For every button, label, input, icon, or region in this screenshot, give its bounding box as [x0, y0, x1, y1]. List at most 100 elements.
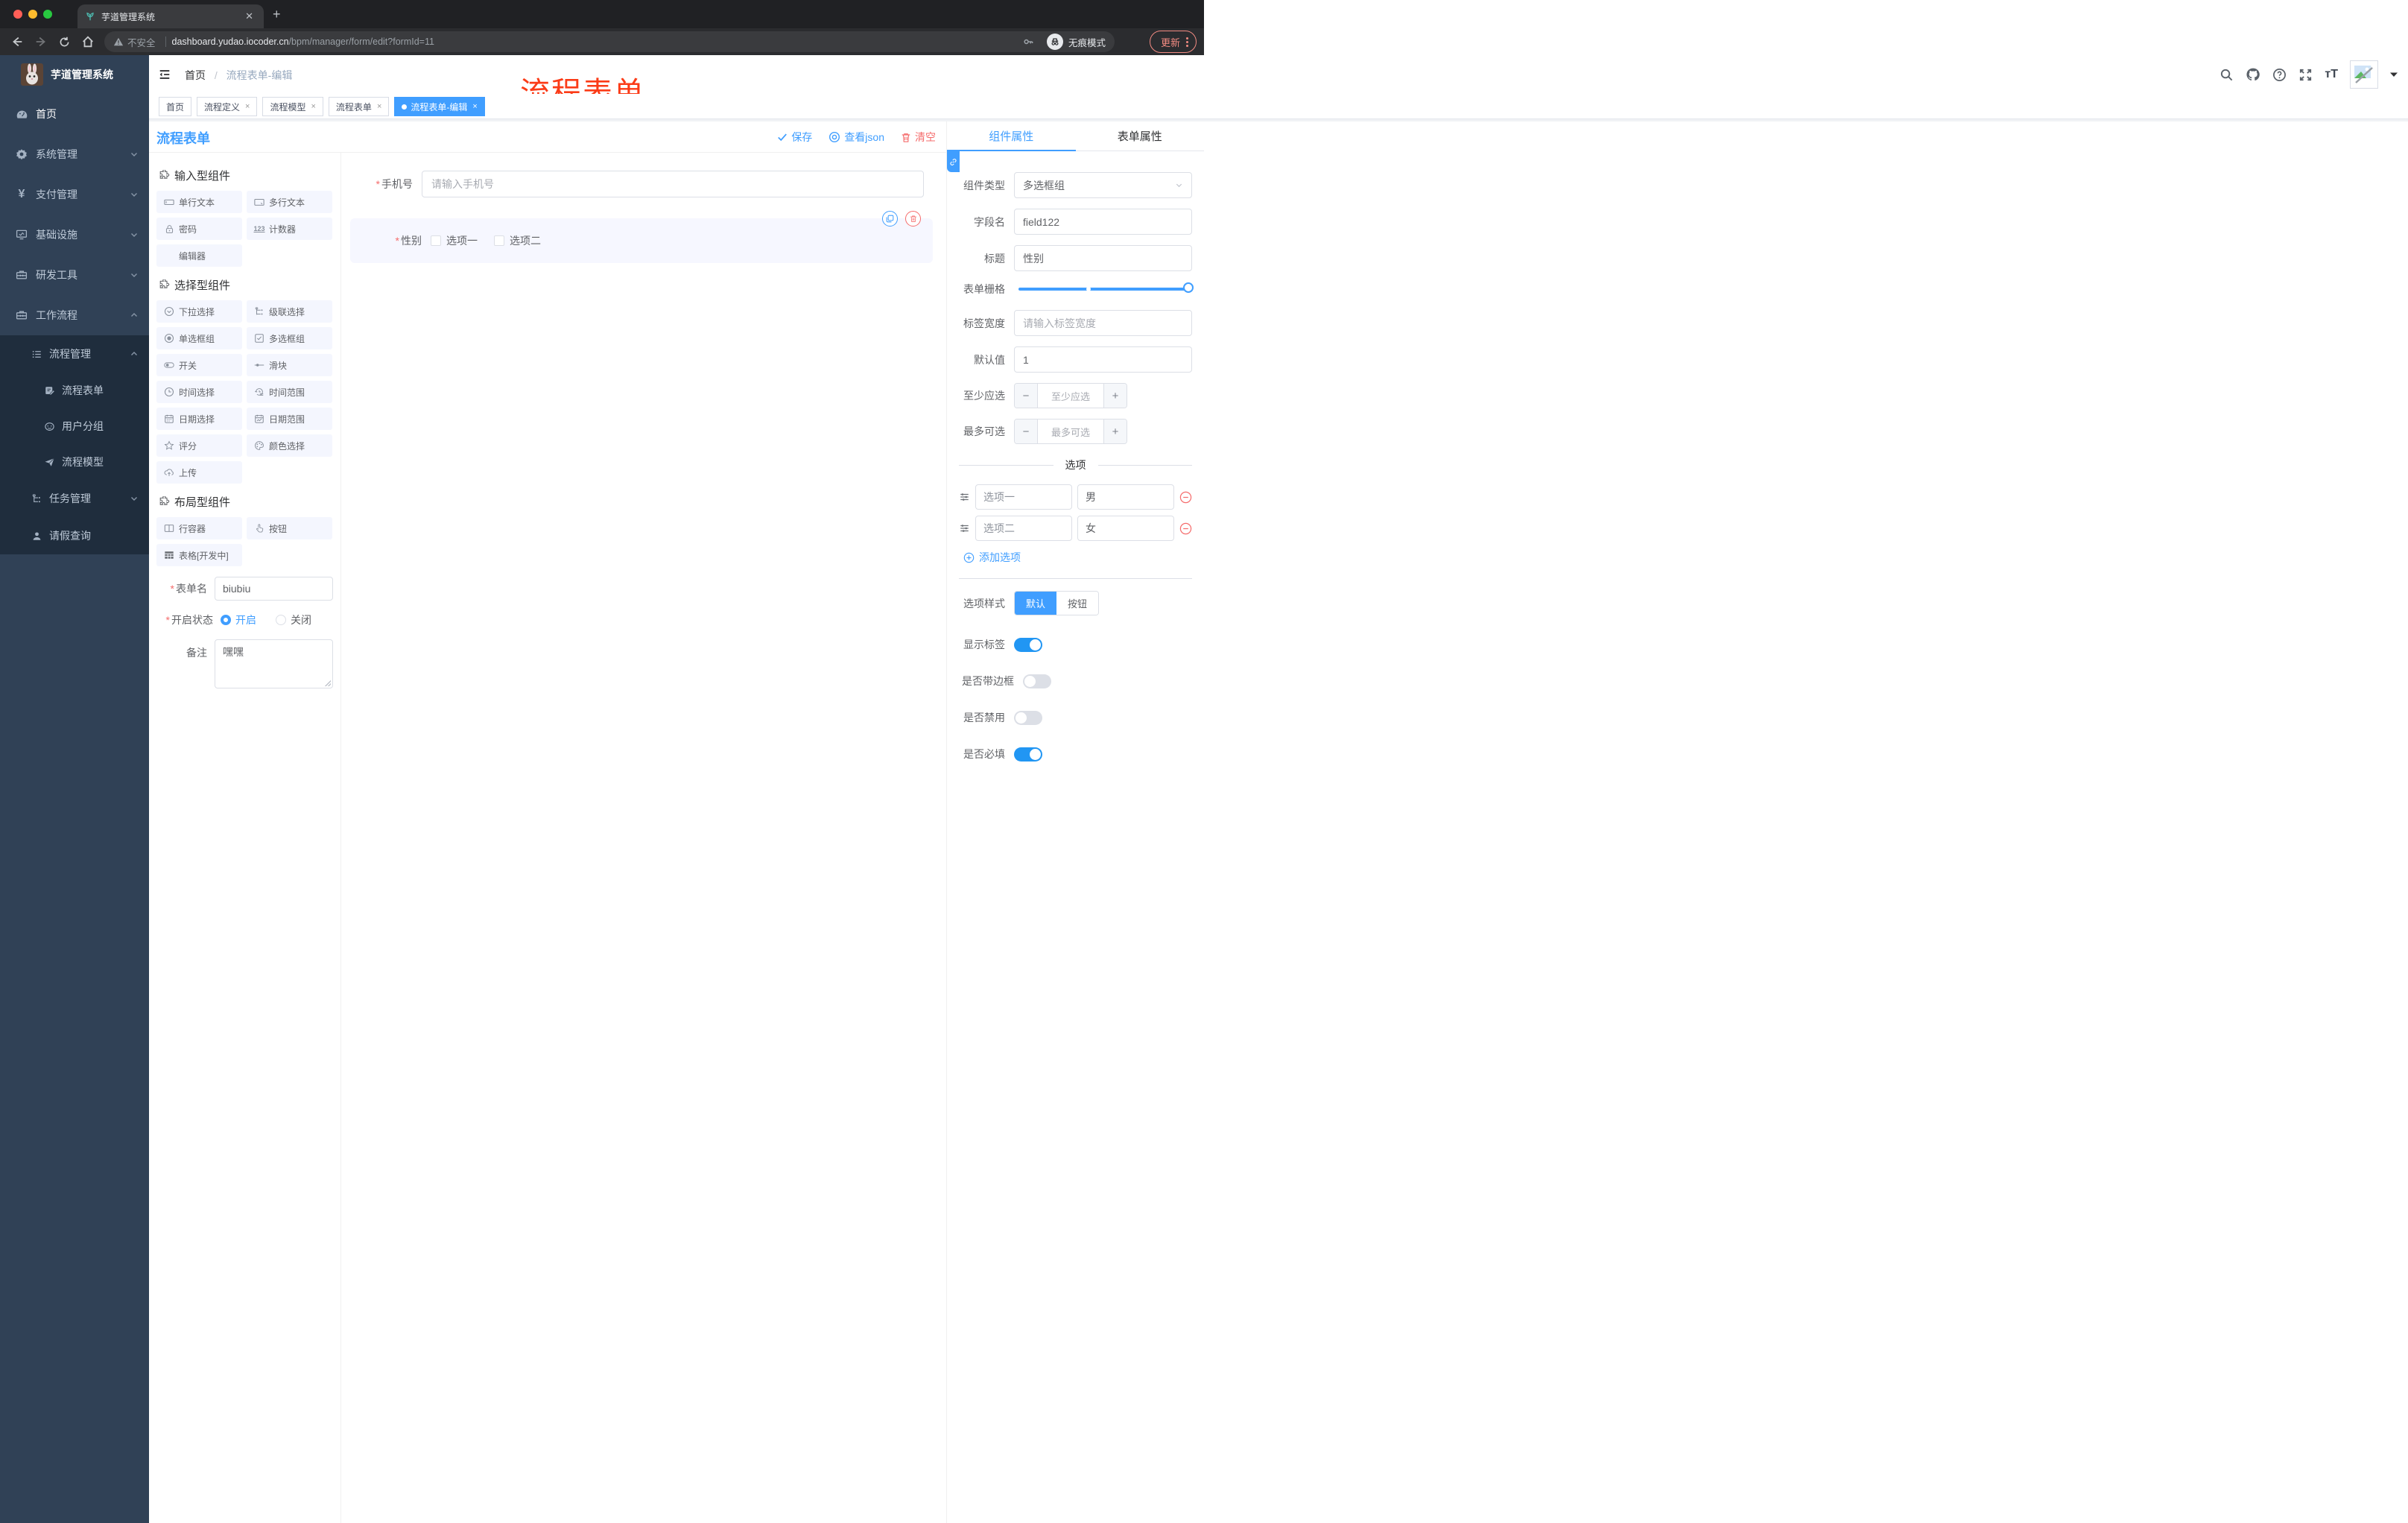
palette-item-time-picker[interactable]: 时间选择 — [156, 381, 242, 403]
clear-button[interactable]: 清空 — [901, 130, 936, 145]
sidebar-item-leave-query[interactable]: 请假查询 — [0, 517, 149, 554]
remove-option-button[interactable] — [1179, 491, 1192, 504]
sidebar-item-workflow[interactable]: 工作流程 — [0, 295, 149, 335]
decrease-button[interactable]: − — [1015, 419, 1038, 443]
status-open-radio[interactable]: 开启 — [221, 612, 256, 627]
default-value-input[interactable]: 1 — [1014, 346, 1192, 373]
palette-item-date-range[interactable]: 日期范围 — [247, 408, 332, 430]
status-closed-radio[interactable]: 关闭 — [276, 612, 311, 627]
palette-item-textarea[interactable]: 多行文本 — [247, 191, 332, 213]
style-default-button[interactable]: 默认 — [1015, 592, 1057, 615]
sidebar-item-user-group[interactable]: 用户分组 — [0, 408, 149, 444]
increase-button[interactable]: + — [1103, 419, 1127, 443]
palette-item-date-picker[interactable]: 日期选择 — [156, 408, 242, 430]
home-icon[interactable] — [81, 35, 95, 48]
checkbox[interactable] — [431, 235, 441, 246]
field-name-input[interactable]: field122 — [1014, 209, 1192, 235]
palette-item-single-text[interactable]: 单行文本 — [156, 191, 242, 213]
caret-down-icon[interactable] — [2390, 72, 2398, 77]
decrease-button[interactable]: − — [1015, 384, 1038, 408]
window-minimize-button[interactable] — [28, 10, 37, 19]
sidebar-item-task-management[interactable]: 任务管理 — [0, 480, 149, 517]
sidebar-item-payment[interactable]: ¥ 支付管理 — [0, 174, 149, 215]
palette-item-row-container[interactable]: 行容器 — [156, 517, 242, 539]
sidebar-item-system[interactable]: 系统管理 — [0, 134, 149, 174]
max-select-value[interactable]: 最多可选 — [1038, 419, 1103, 443]
label-width-input[interactable]: 请输入标签宽度 — [1014, 310, 1192, 336]
new-tab-button[interactable]: + — [273, 7, 281, 21]
browser-menu-icon[interactable] — [1186, 37, 1188, 47]
disabled-toggle[interactable] — [1014, 710, 1042, 725]
tag-process-model[interactable]: 流程模型 × — [262, 97, 323, 116]
resize-grip[interactable] — [325, 680, 331, 686]
canvas-field-gender-selected[interactable]: * 性别 选项一 选项二 — [350, 211, 933, 263]
tag-close-icon[interactable]: × — [472, 102, 477, 111]
breadcrumb-home[interactable]: 首页 — [185, 69, 206, 81]
option-label-input[interactable]: 选项二 — [975, 516, 1072, 541]
fullscreen-icon[interactable] — [2298, 68, 2313, 82]
palette-item-color-picker[interactable]: 颜色选择 — [247, 434, 332, 457]
min-select-value[interactable]: 至少应选 — [1038, 384, 1103, 408]
required-toggle[interactable] — [1014, 747, 1042, 762]
sidebar-item-infrastructure[interactable]: 基础设施 — [0, 215, 149, 255]
palette-item-slider[interactable]: 滑块 — [247, 354, 332, 376]
save-button[interactable]: 保存 — [777, 130, 812, 145]
sidebar-item-process-model[interactable]: 流程模型 — [0, 444, 149, 480]
palette-item-button[interactable]: 按钮 — [247, 517, 332, 539]
gender-option1-checkbox[interactable]: 选项一 — [431, 233, 478, 248]
window-close-button[interactable] — [13, 10, 22, 19]
tag-close-icon[interactable]: × — [245, 102, 250, 111]
title-input[interactable]: 性别 — [1014, 245, 1192, 271]
palette-item-switch[interactable]: 开关 — [156, 354, 242, 376]
palette-item-password[interactable]: 密码 — [156, 218, 242, 240]
show-label-toggle[interactable] — [1014, 637, 1042, 652]
window-zoom-button[interactable] — [43, 10, 52, 19]
palette-item-radio-group[interactable]: 单选框组 — [156, 327, 242, 349]
sidebar-item-process-management[interactable]: 流程管理 — [0, 335, 149, 373]
palette-item-select[interactable]: 下拉选择 — [156, 300, 242, 323]
form-name-input[interactable]: biubiu — [215, 577, 333, 601]
slider-knob[interactable] — [1183, 282, 1194, 293]
style-button-button[interactable]: 按钮 — [1056, 592, 1099, 615]
phone-input[interactable]: 请输入手机号 — [422, 171, 924, 197]
grid-slider[interactable] — [1018, 282, 1194, 293]
sidebar-item-process-form[interactable]: 流程表单 — [0, 373, 149, 408]
font-size-icon[interactable]: ᴛT — [2325, 68, 2338, 81]
palette-item-counter[interactable]: 123 计数器 — [247, 218, 332, 240]
avatar[interactable] — [2350, 60, 2378, 89]
add-option-button[interactable]: 添加选项 — [963, 550, 1192, 565]
reload-icon[interactable] — [58, 36, 71, 48]
delete-component-button[interactable] — [905, 211, 921, 227]
copy-component-button[interactable] — [882, 211, 898, 227]
palette-item-cascader[interactable]: 级联选择 — [247, 300, 332, 323]
tab-component-props[interactable]: 组件属性 — [947, 121, 1076, 151]
forward-icon[interactable] — [34, 35, 48, 48]
back-icon[interactable] — [10, 35, 24, 48]
remove-option-button[interactable] — [1179, 522, 1192, 535]
tab-close-icon[interactable]: ✕ — [242, 10, 256, 22]
security-chip[interactable]: 不安全 — [113, 35, 172, 49]
help-icon[interactable] — [2272, 68, 2287, 82]
option-value-input[interactable]: 女 — [1077, 516, 1174, 541]
browser-tab[interactable]: 芋道管理系统 ✕ — [77, 4, 264, 28]
update-chrome-button[interactable]: 更新 — [1149, 31, 1197, 53]
sidebar-collapse-icon[interactable] — [158, 68, 171, 81]
option-value-input[interactable]: 男 — [1077, 484, 1174, 510]
github-icon[interactable] — [2246, 67, 2260, 82]
link-handle[interactable] — [947, 151, 960, 172]
palette-item-upload[interactable]: 上传 — [156, 461, 242, 484]
app-logo-row[interactable]: 芋道管理系统 — [0, 55, 149, 94]
component-type-select[interactable]: 多选框组 — [1014, 172, 1192, 198]
palette-item-checkbox-group[interactable]: 多选框组 — [247, 327, 332, 349]
search-icon[interactable] — [2220, 68, 2234, 82]
tab-form-props[interactable]: 表单属性 — [1075, 121, 1204, 151]
tag-close-icon[interactable]: × — [377, 102, 381, 111]
view-json-button[interactable]: 查看json — [828, 130, 884, 145]
tag-process-form[interactable]: 流程表单 × — [328, 97, 390, 116]
gender-option2-checkbox[interactable]: 选项二 — [494, 233, 541, 248]
form-remark-textarea[interactable]: 嘿嘿 — [215, 639, 333, 688]
tag-process-definition[interactable]: 流程定义 × — [197, 97, 258, 116]
palette-item-editor[interactable]: 编辑器 — [156, 244, 242, 267]
canvas-field-phone[interactable]: * 手机号 请输入手机号 — [341, 171, 924, 197]
sidebar-item-devtools[interactable]: 研发工具 — [0, 255, 149, 295]
